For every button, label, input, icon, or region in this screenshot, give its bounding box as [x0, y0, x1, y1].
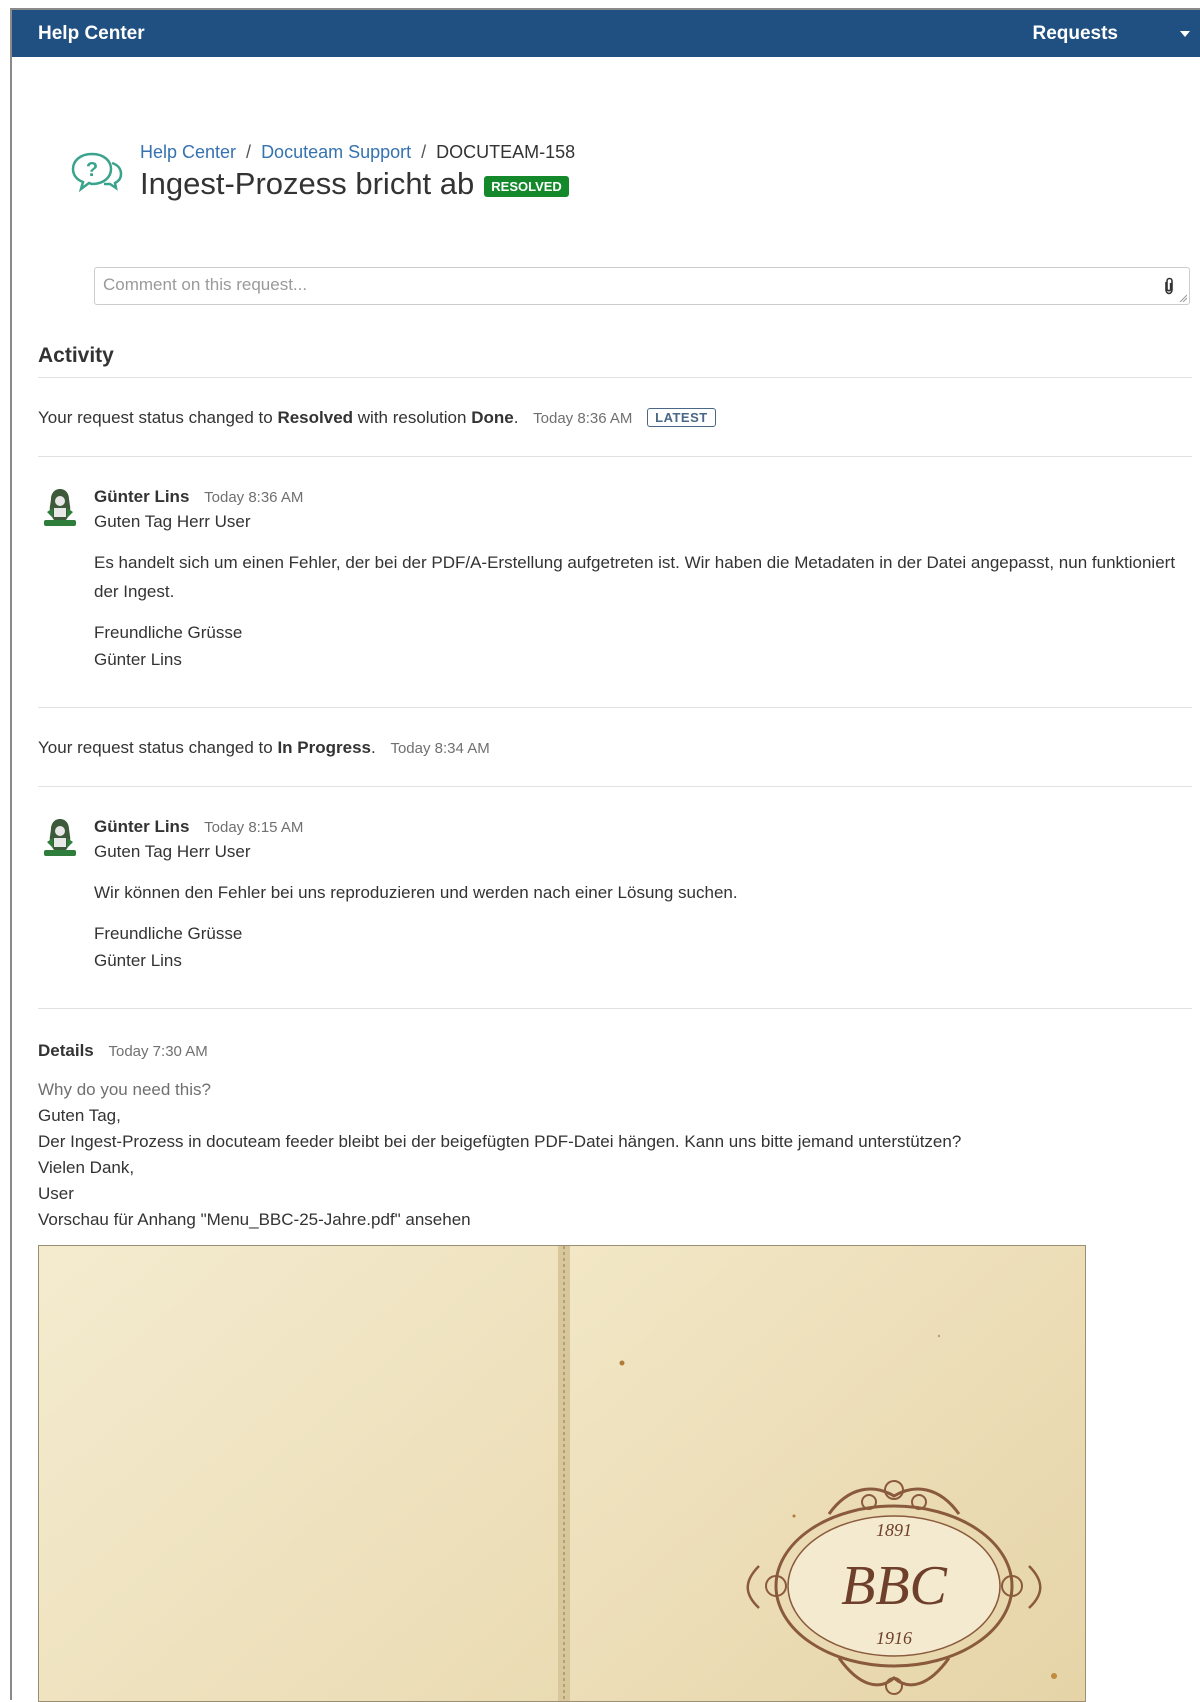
- comment-box: [94, 267, 1190, 305]
- comment-text: Wir können den Fehler bei uns reproduzie…: [94, 883, 738, 902]
- help-speech-bubble-icon: ?: [71, 152, 123, 192]
- divider: [38, 377, 1192, 378]
- status-value: In Progress: [277, 738, 371, 757]
- divider: [38, 456, 1192, 457]
- paperclip-icon[interactable]: [1163, 277, 1175, 295]
- activity-heading: Activity: [38, 344, 114, 367]
- breadcrumb-issue-key: DOCUTEAM-158: [436, 142, 576, 162]
- comment-closing: Freundliche Grüsse: [94, 924, 243, 943]
- comment-author: Günter Lins: [94, 817, 190, 836]
- status-change-resolved: Your request status changed to Resolved …: [38, 408, 716, 428]
- divider: [38, 1008, 1192, 1009]
- status-change-middle: with resolution: [357, 408, 467, 427]
- requests-menu[interactable]: Requests: [1032, 23, 1118, 45]
- breadcrumb-separator: /: [421, 142, 427, 162]
- comment-greeting: Guten Tag Herr User: [94, 842, 251, 861]
- comment-body: Günter Lins Today 8:15 AM Guten Tag Herr…: [94, 816, 1198, 974]
- chevron-down-icon[interactable]: [1180, 31, 1190, 37]
- comment-meta: Günter Lins Today 8:15 AM: [94, 816, 1198, 839]
- timestamp: Today 7:30 AM: [108, 1043, 208, 1060]
- status-change-suffix: .: [513, 408, 519, 427]
- comment-meta: Günter Lins Today 8:36 AM: [94, 486, 1198, 509]
- emblem-monogram: BBC: [841, 1555, 947, 1617]
- status-change-suffix: .: [371, 738, 376, 757]
- comment-text: Es handelt sich um einen Fehler, der bei…: [94, 553, 1176, 601]
- comment-author: Günter Lins: [94, 487, 190, 506]
- details-line: User: [38, 1184, 74, 1203]
- emblem-year-top: 1891: [876, 1520, 912, 1540]
- resolution-value: Done: [471, 408, 514, 427]
- avatar: [44, 819, 76, 856]
- title-row: Ingest-Prozess bricht ab RESOLVED: [140, 166, 569, 202]
- divider: [38, 786, 1192, 787]
- timestamp: Today 8:36 AM: [204, 489, 304, 506]
- timestamp: Today 8:15 AM: [204, 819, 304, 836]
- details-heading: Details: [38, 1041, 94, 1060]
- attachment-preview-link[interactable]: Vorschau für Anhang "Menu_BBC-25-Jahre.p…: [38, 1207, 1188, 1233]
- comment-closing: Freundliche Grüsse: [94, 623, 243, 642]
- status-change-prefix: Your request status changed to: [38, 738, 273, 757]
- comment-body: Günter Lins Today 8:36 AM Guten Tag Herr…: [94, 486, 1198, 673]
- details-line: Vielen Dank,: [38, 1158, 135, 1177]
- comment-signature: Günter Lins: [94, 650, 182, 669]
- comment-greeting: Guten Tag Herr User: [94, 512, 251, 531]
- breadcrumb-separator: /: [246, 142, 252, 162]
- breadcrumb: Help Center / Docuteam Support / DOCUTEAM-15…: [140, 142, 575, 163]
- attachment-preview-image[interactable]: 1891 BBC 1916: [38, 1245, 1086, 1702]
- details-question: Why do you need this?: [38, 1080, 211, 1099]
- page-title: Ingest-Prozess bricht ab: [140, 166, 475, 201]
- timestamp: Today 8:34 AM: [390, 740, 490, 757]
- details-header: Details Today 7:30 AM: [38, 1040, 1188, 1063]
- details-line: Guten Tag,: [38, 1106, 121, 1125]
- avatar: [44, 489, 76, 526]
- svg-text:?: ?: [86, 159, 98, 181]
- menu-cover-illustration: 1891 BBC 1916: [39, 1246, 1085, 1701]
- breadcrumb-help-center[interactable]: Help Center: [140, 142, 236, 162]
- timestamp: Today 8:36 AM: [533, 410, 633, 427]
- comment-signature: Günter Lins: [94, 951, 182, 970]
- status-badge: RESOLVED: [484, 175, 569, 197]
- window-frame-left: [10, 8, 12, 1700]
- latest-badge: LATEST: [647, 408, 716, 427]
- details-line: Der Ingest-Prozess in docuteam feeder bl…: [38, 1132, 962, 1151]
- divider: [38, 707, 1192, 708]
- status-change-in-progress: Your request status changed to In Progre…: [38, 738, 490, 758]
- request-details: Details Today 7:30 AM Why do you need th…: [38, 1040, 1188, 1233]
- comment-input[interactable]: [95, 268, 1141, 302]
- breadcrumb-docuteam-support[interactable]: Docuteam Support: [261, 142, 411, 162]
- status-value: Resolved: [277, 408, 354, 427]
- status-change-prefix: Your request status changed to: [38, 408, 273, 427]
- help-center-link[interactable]: Help Center: [38, 23, 145, 45]
- top-navigation-bar: Help Center Requests: [12, 10, 1200, 57]
- resize-handle-icon[interactable]: [1179, 294, 1187, 302]
- emblem-year-bottom: 1916: [876, 1628, 912, 1648]
